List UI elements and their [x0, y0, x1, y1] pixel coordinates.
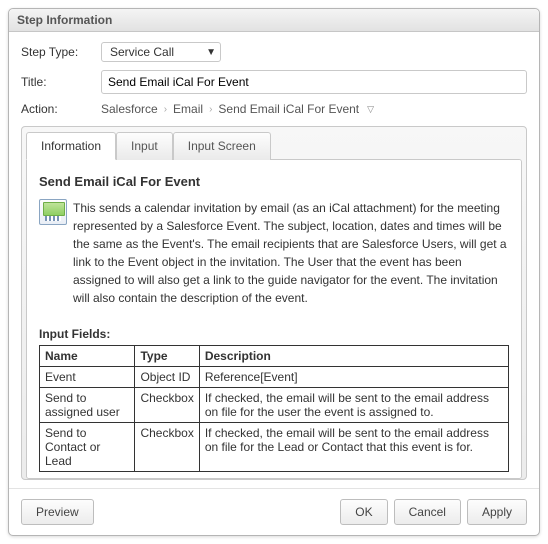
cell-name: Send to assigned user: [40, 388, 135, 423]
breadcrumb-sep: ›: [209, 104, 212, 115]
ok-button[interactable]: OK: [340, 499, 387, 525]
cell-description: If checked, the email will be sent to th…: [199, 423, 508, 472]
table-row: Send to assigned user Checkbox If checke…: [40, 388, 509, 423]
input-fields-table: Name Type Description Event Object ID Re…: [39, 345, 509, 472]
col-name: Name: [40, 346, 135, 367]
row-title: Title:: [21, 70, 527, 94]
description-text: This sends a calendar invitation by emai…: [73, 199, 509, 307]
chevron-down-icon: ▼: [206, 47, 216, 58]
table-row: Send to Contact or Lead Checkbox If chec…: [40, 423, 509, 472]
preview-button[interactable]: Preview: [21, 499, 94, 525]
tab-input-screen[interactable]: Input Screen: [173, 132, 271, 160]
cell-name: Send to Contact or Lead: [40, 423, 135, 472]
description-row: This sends a calendar invitation by emai…: [39, 199, 509, 307]
tabs-container: Information Input Input Screen Send Emai…: [21, 126, 527, 480]
content-heading: Send Email iCal For Event: [39, 174, 509, 189]
step-type-select[interactable]: Service Call ▼: [101, 42, 221, 62]
table-row: Event Object ID Reference[Event]: [40, 367, 509, 388]
action-breadcrumb: Salesforce › Email › Send Email iCal For…: [101, 102, 374, 116]
calendar-email-icon: [39, 199, 67, 225]
breadcrumb-sep: ›: [164, 104, 167, 115]
panel-body: Step Type: Service Call ▼ Title: Action:…: [9, 32, 539, 488]
footer-spacer: [100, 499, 335, 525]
cell-type: Checkbox: [135, 388, 199, 423]
breadcrumb-item-2[interactable]: Send Email iCal For Event: [218, 102, 359, 116]
panel-title: Step Information: [9, 9, 539, 32]
breadcrumb-item-0[interactable]: Salesforce: [101, 102, 158, 116]
breadcrumb-item-1[interactable]: Email: [173, 102, 203, 116]
input-fields-heading: Input Fields:: [39, 327, 509, 341]
tab-information[interactable]: Information: [26, 132, 116, 160]
dialog-footer: Preview OK Cancel Apply: [9, 488, 539, 535]
row-step-type: Step Type: Service Call ▼: [21, 42, 527, 62]
step-type-label: Step Type:: [21, 45, 101, 59]
tab-strip: Information Input Input Screen: [26, 131, 522, 159]
cell-type: Checkbox: [135, 423, 199, 472]
title-label: Title:: [21, 75, 101, 89]
col-type: Type: [135, 346, 199, 367]
step-type-value: Service Call: [110, 45, 174, 59]
col-description: Description: [199, 346, 508, 367]
action-label: Action:: [21, 102, 101, 116]
cell-name: Event: [40, 367, 135, 388]
cell-description: Reference[Event]: [199, 367, 508, 388]
cell-type: Object ID: [135, 367, 199, 388]
tab-input[interactable]: Input: [116, 132, 173, 160]
apply-button[interactable]: Apply: [467, 499, 527, 525]
cancel-button[interactable]: Cancel: [394, 499, 461, 525]
row-action: Action: Salesforce › Email › Send Email …: [21, 102, 527, 116]
step-information-panel: Step Information Step Type: Service Call…: [8, 8, 540, 536]
breadcrumb-dropdown-icon[interactable]: ▽: [367, 104, 374, 115]
cell-description: If checked, the email will be sent to th…: [199, 388, 508, 423]
table-header-row: Name Type Description: [40, 346, 509, 367]
tab-content-information: Send Email iCal For Event This sends a c…: [26, 159, 522, 479]
title-input[interactable]: [101, 70, 527, 94]
